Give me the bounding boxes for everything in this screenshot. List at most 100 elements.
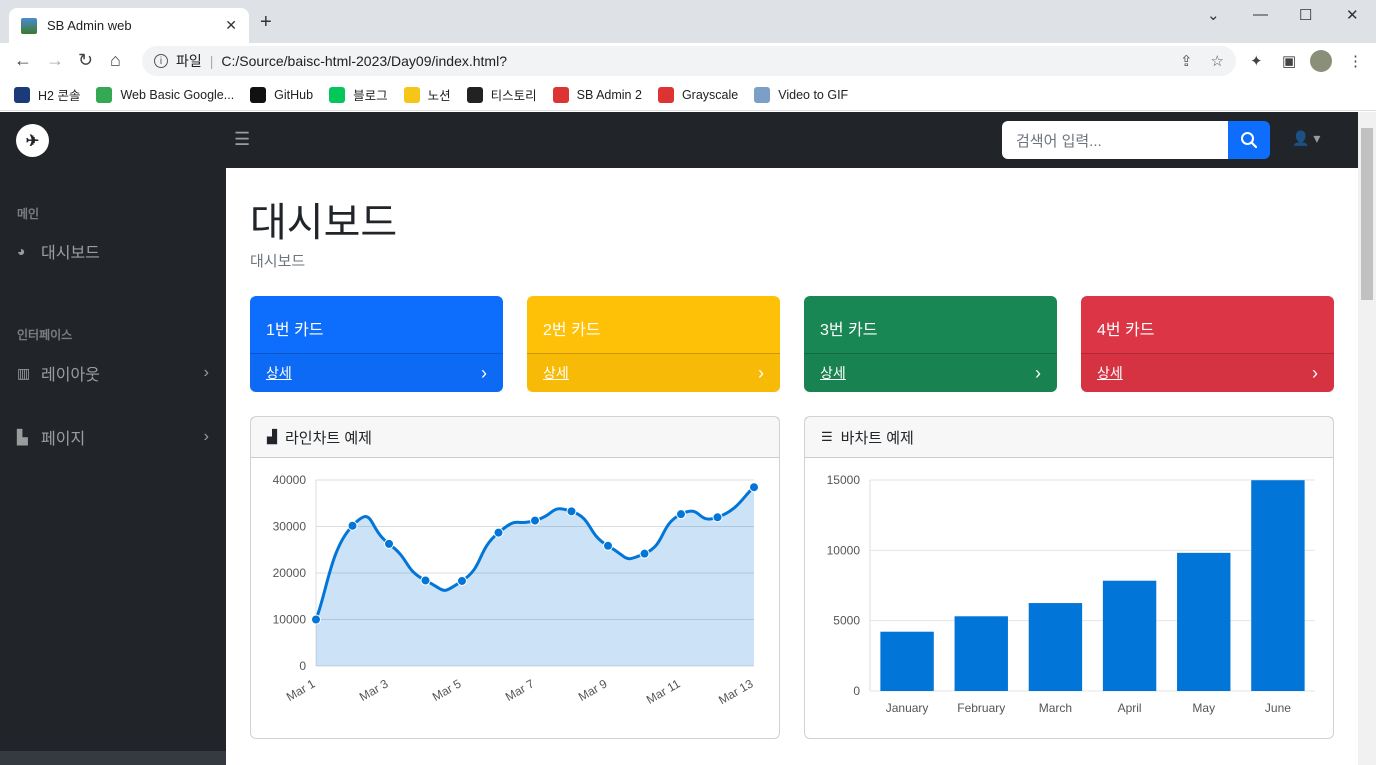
y-tick-label: 30000: [273, 520, 307, 534]
home-icon[interactable]: ⌂: [110, 50, 121, 71]
data-point[interactable]: [384, 538, 394, 549]
bookmark-label: H2 콘솔: [38, 89, 81, 103]
data-point[interactable]: [311, 614, 321, 625]
back-icon[interactable]: ←: [14, 50, 32, 71]
bookmark-item[interactable]: Video to GIF: [754, 86, 848, 103]
bar[interactable]: [1028, 603, 1083, 691]
sidebar-item[interactable]: ▥ 레이아웃 ›: [17, 361, 209, 385]
line-chart-header: ▟ 라인차트 예제: [251, 417, 779, 458]
search-input[interactable]: 검색어 입력...: [1002, 121, 1228, 159]
sidebar-toggle-icon[interactable]: ☰: [234, 129, 250, 150]
bar-chart-header: ☰ 바차트 예제: [805, 417, 1333, 458]
x-tick-label: Mar 1: [284, 676, 318, 704]
card-title: 1번 카드: [266, 322, 324, 339]
browser-toolbar: ← → ↻ ⌂ i 파일 | C:/Source/baisc-html-2023…: [0, 43, 1376, 79]
data-point[interactable]: [493, 527, 504, 538]
x-tick-label: January: [886, 701, 929, 715]
bookmark-item[interactable]: GitHub: [250, 86, 313, 103]
reload-icon[interactable]: ↻: [78, 50, 93, 71]
site-info-icon[interactable]: i: [154, 54, 168, 68]
side-panel-icon[interactable]: ▣: [1282, 52, 1296, 70]
line-chart-title: 라인차트 예제: [285, 429, 372, 447]
search-button[interactable]: [1228, 121, 1270, 159]
card-title: 3번 카드: [820, 322, 878, 339]
bar[interactable]: [954, 616, 1008, 691]
search-icon: [1241, 132, 1258, 149]
bar-chart-title: 바차트 예제: [840, 429, 914, 447]
bookmark-label: Web Basic Google...: [120, 87, 235, 102]
card-detail-link[interactable]: 상세: [266, 363, 292, 383]
browser-tab[interactable]: SB Admin web ✕: [9, 8, 249, 43]
menu-kebab-icon[interactable]: ⋮: [1348, 52, 1363, 70]
page-title: 대시보드: [250, 201, 398, 245]
address-scheme-label: 파일: [176, 53, 202, 69]
bar[interactable]: [880, 631, 934, 691]
sidebar-item[interactable]: ▙ 페이지 ›: [17, 425, 209, 449]
sidebar-heading: 인터페이스: [17, 328, 73, 342]
x-tick-label: February: [957, 701, 1005, 715]
data-point[interactable]: [420, 575, 431, 586]
tachometer-icon: ◕: [17, 243, 26, 259]
maximize-icon[interactable]: ☐: [1299, 6, 1312, 24]
bookmark-item[interactable]: 티스토리: [466, 85, 537, 104]
minimize-icon[interactable]: —: [1253, 6, 1268, 23]
bookmark-item[interactable]: H2 콘솔: [14, 85, 80, 104]
data-point[interactable]: [639, 548, 650, 559]
chevron-right-icon[interactable]: ›: [1035, 363, 1041, 384]
data-point[interactable]: [530, 515, 540, 526]
data-point[interactable]: [566, 506, 577, 517]
y-tick-label: 20000: [273, 566, 307, 580]
bookmark-item[interactable]: SB Admin 2: [552, 86, 642, 103]
bar-chart-panel: ☰ 바차트 예제 0 5000 10000 15000 January February M…: [804, 416, 1334, 739]
sidebar-item[interactable]: ◕ 대시보드: [17, 239, 209, 263]
area-chart-icon: ▟: [267, 429, 277, 444]
extensions-icon[interactable]: ✦: [1250, 52, 1263, 70]
browser-tabstrip: SB Admin web ✕ + ⌄ — ☐ ✕: [0, 0, 1376, 43]
profile-avatar[interactable]: [1310, 50, 1332, 72]
user-menu-button[interactable]: 👤 ▾: [1292, 130, 1320, 147]
bookmarks-bar: H2 콘솔 Web Basic Google... GitHub 블로그 노션 티스토리 S…: [0, 79, 1376, 111]
bookmark-label: Grayscale: [681, 87, 739, 102]
tab-search-icon[interactable]: ⌄: [1207, 6, 1220, 24]
card-detail-link[interactable]: 상세: [1097, 363, 1123, 383]
close-window-icon[interactable]: ✕: [1346, 6, 1359, 24]
sidebar-item-label: 페이지: [41, 431, 86, 448]
close-tab-icon[interactable]: ✕: [225, 17, 237, 34]
card-detail-link[interactable]: 상세: [820, 363, 846, 383]
card-title: 2번 카드: [543, 322, 601, 339]
bookmark-item[interactable]: Web Basic Google...: [96, 86, 235, 103]
bookmark-item[interactable]: 블로그: [329, 85, 388, 104]
github-icon: [250, 86, 267, 103]
bar[interactable]: [1102, 580, 1157, 691]
x-tick-label: Mar 11: [644, 676, 683, 707]
data-point[interactable]: [676, 509, 686, 520]
bookmark-star-icon[interactable]: ☆: [1211, 52, 1224, 70]
bookmark-item[interactable]: Grayscale: [657, 86, 739, 103]
y-tick-label: 5000: [833, 614, 860, 628]
brand-logo-icon[interactable]: ✈: [16, 124, 49, 157]
card-detail-link[interactable]: 상세: [543, 363, 569, 383]
bookmark-label: SB Admin 2: [576, 87, 642, 102]
address-bar[interactable]: i 파일 | C:/Source/baisc-html-2023/Day09/i…: [142, 46, 1236, 76]
chevron-right-icon[interactable]: ›: [481, 363, 487, 384]
gif-icon: [754, 86, 771, 103]
chevron-right-icon[interactable]: ›: [758, 363, 764, 384]
data-point[interactable]: [347, 520, 358, 531]
data-point[interactable]: [603, 540, 613, 551]
data-point[interactable]: [749, 482, 759, 493]
new-tab-button[interactable]: +: [260, 11, 272, 34]
page-scrollbar[interactable]: [1358, 112, 1376, 765]
forward-icon[interactable]: →: [46, 50, 64, 71]
breadcrumb: 대시보드: [250, 253, 306, 270]
data-point[interactable]: [457, 575, 467, 586]
bar[interactable]: [1177, 552, 1231, 691]
chevron-right-icon[interactable]: ›: [1312, 363, 1318, 384]
scrollbar-thumb[interactable]: [1361, 128, 1373, 300]
address-url: C:/Source/baisc-html-2023/Day09/index.ht…: [221, 53, 507, 69]
bar[interactable]: [1251, 480, 1305, 691]
bar-chart: 0 5000 10000 15000 January February March April…: [827, 473, 1315, 715]
bookmark-item[interactable]: 노션: [403, 85, 451, 104]
sidebar-item-label: 레이아웃: [41, 367, 100, 384]
data-point[interactable]: [712, 512, 723, 523]
share-icon[interactable]: ⇪: [1180, 52, 1193, 70]
